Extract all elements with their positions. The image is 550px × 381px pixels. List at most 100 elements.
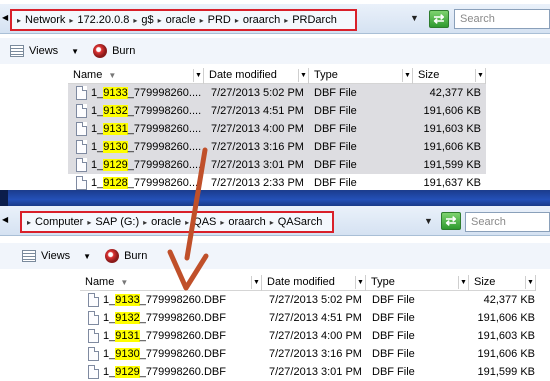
file-name[interactable]: 1_ 9129 _779998260.... (68, 158, 201, 172)
file-name-prefix: 1_ (91, 105, 104, 117)
column-name[interactable]: Name ▼ ▼ (68, 68, 204, 84)
sequence-highlight: 9133 (103, 87, 128, 99)
file-name[interactable]: 1_ 9132 _779998260.DBF (80, 311, 226, 325)
chevron-icon[interactable]: ▸ (235, 16, 239, 25)
breadcrumb-share[interactable]: g$ (141, 14, 153, 26)
breadcrumb-oraarch[interactable]: oraarch (243, 14, 280, 26)
address-dropdown-icon[interactable]: ▼ (410, 13, 419, 23)
breadcrumb-oracle[interactable]: oracle (166, 14, 196, 26)
burn-button[interactable]: Burn (93, 44, 135, 58)
column-date-modified[interactable]: Date modified ▼ (204, 68, 309, 84)
file-icon (88, 365, 99, 379)
file-type: DBF File (372, 366, 415, 378)
chevron-icon[interactable]: ▸ (185, 218, 189, 227)
file-date: 7/27/2013 3:16 PM (269, 348, 362, 360)
file-date: 7/27/2013 5:02 PM (269, 294, 362, 306)
file-row[interactable]: 1_ 9129 _779998260.DBF 7/27/2013 3:01 PM DBF… (80, 363, 536, 381)
file-row[interactable]: 1_ 9132 _779998260.DBF 7/27/2013 4:51 PM DBF… (80, 309, 536, 327)
burn-button[interactable]: Burn (105, 249, 147, 263)
file-name[interactable]: 1_ 9130 _779998260.DBF (80, 347, 226, 361)
file-row[interactable]: 1_ 9130 _779998260.... 7/27/2013 3:16 PM DBF… (68, 138, 486, 156)
breadcrumb-prdarch[interactable]: PRDarch (292, 14, 337, 26)
views-label: Views (41, 250, 71, 262)
file-name[interactable]: 1_ 9130 _779998260.... (68, 140, 201, 154)
chevron-icon[interactable]: ▸ (133, 16, 137, 25)
search-input[interactable]: Search (465, 212, 550, 232)
file-name[interactable]: 1_ 9133 _779998260.DBF (80, 293, 226, 307)
file-row[interactable]: 1_ 9131 _779998260.... 7/27/2013 4:00 PM DBF… (68, 120, 486, 138)
toolbar: Views ▼ Burn (0, 243, 550, 269)
file-name-suffix: _779998260.DBF (139, 366, 226, 378)
back-chevron-icon[interactable]: ◀ (2, 13, 8, 22)
file-name-prefix: 1_ (91, 123, 104, 135)
breadcrumb-network[interactable]: Network (25, 14, 65, 26)
breadcrumb-oracle[interactable]: oracle (151, 216, 181, 228)
chevron-icon[interactable]: ▸ (220, 218, 224, 227)
chevron-icon[interactable]: ▸ (69, 16, 73, 25)
column-name[interactable]: Name ▼ ▼ (80, 275, 262, 291)
address-dropdown-icon[interactable]: ▼ (424, 216, 433, 226)
breadcrumb-drive[interactable]: SAP (G:) (95, 216, 139, 228)
chevron-down-icon[interactable]: ▼ (475, 69, 485, 82)
breadcrumb-computer[interactable]: Computer (35, 216, 83, 228)
file-type: DBF File (314, 177, 357, 189)
column-size[interactable]: Size ▼ (469, 275, 536, 291)
breadcrumb-ip[interactable]: 172.20.0.8 (77, 14, 129, 26)
sequence-highlight: 9132 (115, 312, 140, 324)
file-row[interactable]: 1_ 9133 _779998260.DBF 7/27/2013 5:02 PM DBF… (80, 291, 536, 309)
refresh-icon[interactable]: ⇄ (429, 10, 449, 28)
chevron-down-icon[interactable]: ▼ (83, 252, 91, 261)
breadcrumb-qas[interactable]: QAS (193, 216, 216, 228)
file-name[interactable]: 1_ 9133 _779998260.... (68, 86, 201, 100)
file-type: DBF File (372, 348, 415, 360)
file-date: 7/27/2013 3:01 PM (269, 366, 362, 378)
file-type: DBF File (314, 87, 357, 99)
chevron-icon[interactable]: ▸ (143, 218, 147, 227)
file-name[interactable]: 1_ 9131 _779998260.... (68, 122, 201, 136)
chevron-icon[interactable]: ▸ (87, 218, 91, 227)
breadcrumb-qasarch[interactable]: QASarch (278, 216, 323, 228)
file-name-prefix: 1_ (91, 177, 104, 189)
file-row[interactable]: 1_ 9132 _779998260.... 7/27/2013 4:51 PM DBF… (68, 102, 486, 120)
refresh-icon[interactable]: ⇄ (441, 212, 461, 230)
chevron-down-icon[interactable]: ▼ (402, 69, 412, 82)
chevron-down-icon[interactable]: ▼ (251, 276, 261, 289)
file-type: DBF File (314, 105, 357, 117)
column-size[interactable]: Size ▼ (413, 68, 486, 84)
address-bar[interactable]: ▸ Network ▸ 172.20.0.8 ▸ g$ ▸ oracle ▸ P… (10, 9, 357, 31)
back-chevron-icon[interactable]: ◀ (2, 215, 8, 224)
file-icon (88, 293, 99, 307)
breadcrumb-oraarch[interactable]: oraarch (228, 216, 265, 228)
column-type[interactable]: Type ▼ (309, 68, 413, 84)
chevron-icon[interactable]: ▸ (270, 218, 274, 227)
burn-icon (93, 44, 108, 58)
chevron-down-icon[interactable]: ▼ (525, 276, 535, 289)
file-name-suffix: _779998260.... (127, 123, 202, 135)
file-name[interactable]: 1_ 9128 _779998260.... (68, 176, 201, 190)
chevron-icon[interactable]: ▸ (284, 16, 288, 25)
chevron-down-icon[interactable]: ▼ (193, 69, 203, 82)
sequence-highlight: 9131 (115, 330, 140, 342)
views-button[interactable]: Views ▼ (10, 45, 79, 57)
chevron-icon[interactable]: ▸ (158, 16, 162, 25)
column-date-modified[interactable]: Date modified ▼ (262, 275, 366, 291)
address-bar[interactable]: ▸ Computer ▸ SAP (G:) ▸ oracle ▸ QAS ▸ o… (20, 211, 334, 233)
search-input[interactable]: Search (454, 9, 550, 29)
file-row[interactable]: 1_ 9129 _779998260.... 7/27/2013 3:01 PM DBF… (68, 156, 486, 174)
column-header: Name ▼ ▼ Date modified ▼ Type ▼ Size ▼ (80, 275, 536, 291)
chevron-down-icon[interactable]: ▼ (298, 69, 308, 82)
file-name[interactable]: 1_ 9129 _779998260.DBF (80, 365, 226, 379)
file-row[interactable]: 1_ 9131 _779998260.DBF 7/27/2013 4:00 PM DBF… (80, 327, 536, 345)
file-row[interactable]: 1_ 9130 _779998260.DBF 7/27/2013 3:16 PM DBF… (80, 345, 536, 363)
chevron-icon[interactable]: ▸ (200, 16, 204, 25)
chevron-down-icon[interactable]: ▼ (355, 276, 365, 289)
file-name[interactable]: 1_ 9131 _779998260.DBF (80, 329, 226, 343)
column-type[interactable]: Type ▼ (366, 275, 469, 291)
breadcrumb-prd[interactable]: PRD (208, 14, 231, 26)
chevron-down-icon[interactable]: ▼ (458, 276, 468, 289)
views-button[interactable]: Views ▼ (22, 250, 91, 262)
file-row[interactable]: 1_ 9133 _779998260.... 7/27/2013 5:02 PM DBF… (68, 84, 486, 102)
file-name-suffix: _779998260.... (127, 141, 202, 153)
file-name[interactable]: 1_ 9132 _779998260.... (68, 104, 201, 118)
chevron-down-icon[interactable]: ▼ (71, 47, 79, 56)
